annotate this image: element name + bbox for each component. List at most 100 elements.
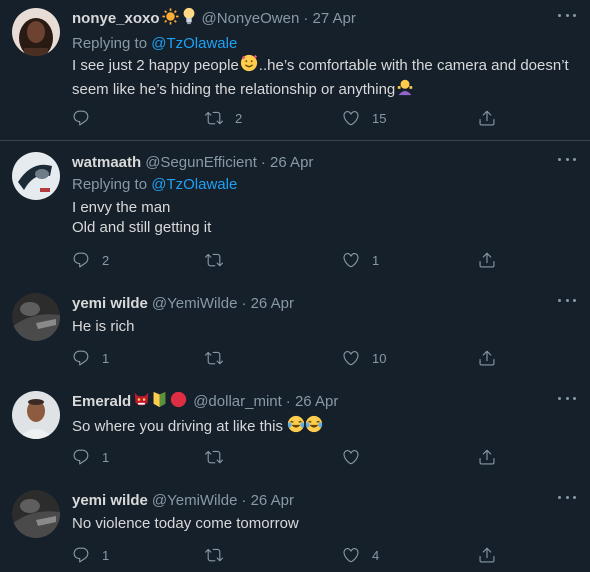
tweet-actions: 1 10 [72,348,512,368]
tweet-text-line-1: No violence today come tomorrow [72,515,299,532]
tweet-text-line-3: seem like he’s hiding the relationship o… [72,80,396,98]
more-icon[interactable] [558,496,576,502]
tweet-text-line-1: I see just 2 happy people [72,56,239,74]
tweet-date[interactable]: · 26 Apr [241,492,294,509]
retweet-button[interactable]: 2 [205,108,242,128]
author-handle[interactable]: @SegunEfficient [145,154,257,171]
reply-button[interactable] [72,108,102,128]
more-icon[interactable] [558,299,576,305]
reply-button[interactable]: 1 [72,348,109,368]
share-icon [478,251,496,269]
like-icon [342,349,360,367]
retweet-count: 2 [235,110,243,126]
tweet-text-line-2: Old and still getting it [72,219,212,236]
like-icon [342,448,360,466]
beginner-emoji [152,391,167,412]
like-button[interactable]: 1 [342,250,379,270]
tweet-text: No violence today come tomorrow [72,514,572,534]
retweet-button[interactable] [205,545,235,565]
like-icon [342,251,360,269]
share-icon [478,109,496,127]
reply-button[interactable]: 2 [72,250,109,270]
like-count: 1 [372,252,380,268]
author-handle[interactable]: @YemiWilde [152,295,238,312]
mention-link[interactable]: @TzOlawale [151,35,237,52]
tweet-text: I see just 2 happy people ..he’s comforta… [72,54,572,102]
tweet-text: So where you driving at like this [72,415,572,439]
tweet-date[interactable]: · 27 Apr [303,10,356,27]
reply-count: 1 [102,350,110,366]
share-icon [478,349,496,367]
reply-button[interactable]: 1 [72,545,109,565]
share-button[interactable] [478,545,496,565]
avatar[interactable] [12,8,60,56]
avatar[interactable] [12,293,60,341]
retweet-button[interactable] [205,348,235,368]
mention-link[interactable]: @TzOlawale [151,176,237,193]
ogre-emoji [133,391,150,412]
share-icon [478,546,496,564]
author-handle[interactable]: @YemiWilde [152,492,238,509]
share-button[interactable] [478,447,496,467]
reply-icon [72,251,90,269]
avatar[interactable] [12,490,60,538]
avatar[interactable] [12,152,60,200]
tweet-date[interactable]: · 26 Apr [286,393,339,410]
author-handle[interactable]: @dollar_mint [193,393,282,410]
author-name[interactable]: yemi wilde [72,492,148,509]
retweet-icon [205,109,223,127]
like-button[interactable]: 4 [342,545,379,565]
avatar[interactable] [12,391,60,439]
tears-of-joy-emoji [287,415,305,439]
like-button[interactable]: 15 [342,108,386,128]
like-count: 10 [372,350,387,366]
tweet-text-line-1: I envy the man [72,199,171,216]
more-icon[interactable] [558,397,576,403]
reply-count: 2 [102,252,110,268]
retweet-icon [205,546,223,564]
tweet-actions: 2 15 [72,108,512,128]
author-name[interactable]: nonye_xoxo [72,10,160,27]
reply-icon [72,349,90,367]
retweet-button[interactable] [205,447,235,467]
replying-to: Replying to @TzOlawale [72,35,237,52]
author-name[interactable]: yemi wilde [72,295,148,312]
sun-emoji [161,7,179,29]
tweet-text-line-2: ..he’s comfortable with the camera and d… [258,56,569,74]
like-count: 15 [372,110,387,126]
person-shrugging-emoji [395,78,415,102]
share-icon [478,448,496,466]
tweet-text: He is rich [72,317,572,337]
more-icon[interactable] [558,158,576,164]
red-circle-emoji [170,391,187,412]
tweet-date[interactable]: · 26 Apr [241,295,294,312]
reply-icon [72,109,90,127]
reply-icon [72,448,90,466]
more-icon[interactable] [558,14,576,20]
like-button[interactable] [342,447,372,467]
author-handle[interactable]: @NonyeOwen [202,10,300,27]
retweet-icon [205,448,223,466]
tweet-text-line-1: He is rich [72,318,135,335]
retweet-button[interactable] [205,250,235,270]
reply-button[interactable]: 1 [72,447,109,467]
tweet-text-line-1: So where you driving at like this [72,417,283,435]
reply-count: 1 [102,547,110,563]
tears-of-joy-emoji [305,415,323,439]
tweet-actions: 1 [72,447,512,467]
replying-to: Replying to @TzOlawale [72,176,237,193]
like-icon [342,109,360,127]
reply-icon [72,546,90,564]
divider [0,140,590,141]
tweet-actions: 2 1 [72,250,512,270]
tweet-actions: 1 4 [72,545,512,565]
share-button[interactable] [478,348,496,368]
tweet-date[interactable]: · 26 Apr [261,154,314,171]
share-button[interactable] [478,250,496,270]
retweet-icon [205,349,223,367]
share-button[interactable] [478,108,496,128]
like-count: 4 [372,547,380,563]
like-button[interactable]: 10 [342,348,386,368]
author-name[interactable]: watmaath [72,154,141,171]
author-name[interactable]: Emerald [72,393,131,410]
